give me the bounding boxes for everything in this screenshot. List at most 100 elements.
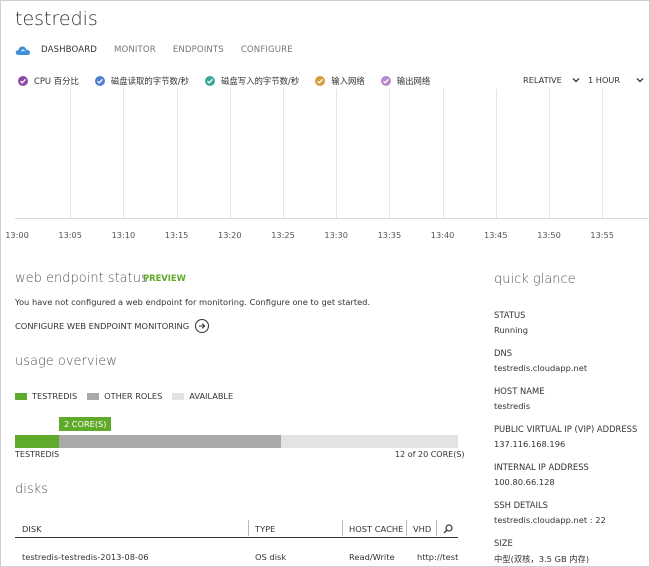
disks-heading: disks [15,482,48,497]
quick-glance-value: 137.116.168.196 [494,439,566,449]
x-tick-label: 13:20 [217,230,242,240]
quick-glance-value: 100.80.66.128 [494,477,555,487]
tab-dashboard[interactable]: DASHBOARD [41,45,97,55]
legend-label: TESTREDIS [32,391,78,401]
quick-glance-value: 中型(双核，3.5 GB 内存) [494,554,590,564]
quick-glance-label: HOST NAME [494,386,545,396]
cores-callout: 2 CORE(S) [59,417,112,431]
metric-label: 输出网络 [396,76,431,86]
vhd-link[interactable]: http://testr [417,552,459,562]
web-endpoint-heading: web endpoint status [15,271,148,286]
disks-table-header: DISK TYPE HOST CACHE VHD [15,518,458,538]
core-usage-bar [15,435,458,448]
chart-gridline [442,89,444,218]
metrics-chart [15,89,650,219]
disk-type-cell: OS disk [255,552,287,562]
column-header-host-cache[interactable]: HOST CACHE [349,524,403,534]
quick-glance-heading: quick glance [494,272,576,287]
check-icon [205,76,216,86]
legend-item-testredis: TESTREDIS [15,391,77,401]
legend-swatch [87,392,100,400]
legend-item-other-roles: OTHER ROLES [87,391,162,401]
column-divider [406,520,407,536]
legend-label: OTHER ROLES [104,391,163,401]
column-header-type[interactable]: TYPE [255,524,275,534]
tab-monitor[interactable]: MONITOR [114,45,156,55]
legend-swatch [172,392,185,400]
nav-tabs: DASHBOARD MONITOR ENDPOINTS CONFIGURE [15,43,310,57]
x-tick-label: 13:50 [537,230,561,240]
check-icon [94,76,105,86]
metric-toggles: CPU 百分比 磁盘读取的字节数/秒 磁盘写入的字节数/秒 输入网络 输出网络 [18,75,446,87]
chart-gridline [283,89,284,218]
legend-label: AVAILABLE [189,391,234,401]
metric-label: 磁盘读取的字节数/秒 [110,76,190,86]
configure-endpoint-label: CONFIGURE WEB ENDPOINT MONITORING [15,321,190,331]
column-divider [248,520,249,536]
quick-glance-value: Running [494,325,528,335]
quick-glance-label: DNS [494,348,513,358]
x-tick-label: 13:45 [483,230,508,240]
chart-gridline [549,89,550,218]
tab-configure[interactable]: CONFIGURE [241,45,293,55]
usage-bar-label: TESTREDIS [15,450,60,459]
chart-gridline [70,89,72,218]
quick-glance-status: STATUS Running [494,310,528,335]
metric-toggle-network-out[interactable]: 输出网络 [380,75,431,87]
metric-toggle-network-in[interactable]: 输入网络 [315,75,365,87]
usage-bar-testredis [15,435,60,448]
quick-glance-internal-ip: INTERNAL IP ADDRESS 100.80.66.128 [494,462,589,487]
x-tick-label: 13:00 [5,230,29,240]
usage-heading: usage overview [15,354,117,369]
usage-legend: TESTREDIS OTHER ROLES AVAILABLE [15,391,243,401]
quick-glance-dns: DNS testredis.cloudapp.net [494,348,587,373]
check-icon [380,76,391,86]
quick-glance-size: SIZE 中型(双核，3.5 GB 内存) [494,538,589,565]
arrow-right-icon [195,319,210,333]
disk-name-cell: testredis-testredis-2013-08-06 [22,552,149,562]
x-tick-label: 13:25 [271,230,295,240]
configure-endpoint-link[interactable]: CONFIGURE WEB ENDPOINT MONITORING [15,319,210,333]
x-tick-label: 13:55 [590,230,614,240]
metric-toggle-disk-write[interactable]: 磁盘写入的字节数/秒 [205,75,299,87]
column-header-vhd[interactable]: VHD [413,524,431,534]
x-tick-label: 13:30 [324,230,348,240]
metric-label: 磁盘写入的字节数/秒 [221,76,300,86]
quick-glance-ssh: SSH DETAILS testredis.cloudapp.net : 22 [494,500,606,525]
x-tick-label: 13:15 [164,230,189,240]
quick-glance-label: PUBLIC VIRTUAL IP (VIP) ADDRESS [494,424,638,434]
cloud-service-icon [15,45,30,55]
legend-item-available: AVAILABLE [172,391,233,401]
host-cache-cell: Read/Write [349,552,395,562]
tab-endpoints[interactable]: ENDPOINTS [173,45,224,55]
check-icon [315,76,326,86]
relative-dropdown[interactable]: RELATIVE [523,75,562,85]
metric-toggle-disk-read[interactable]: 磁盘读取的字节数/秒 [94,75,190,87]
chart-gridline [229,89,231,218]
metric-label: 输入网络 [331,76,365,86]
chart-gridline [495,89,497,218]
legend-swatch [15,392,27,400]
quick-glance-value[interactable]: testredis.cloudapp.net [494,363,587,373]
preview-badge: PREVIEW [143,273,186,283]
column-divider [342,520,343,536]
quick-glance-label: INTERNAL IP ADDRESS [494,462,589,472]
column-header-disk[interactable]: DISK [22,524,42,534]
chart-gridline [176,89,178,218]
search-icon[interactable] [443,524,453,534]
page-title: testredis [15,8,98,30]
metric-toggle-cpu[interactable]: CPU 百分比 [18,75,79,87]
time-range-dropdown[interactable]: 1 HOUR [588,75,620,85]
metric-label: CPU 百分比 [34,76,79,86]
quick-glance-value: testredis [494,401,531,411]
chevron-down-icon[interactable] [572,77,580,83]
quick-glance-public-vip: PUBLIC VIRTUAL IP (VIP) ADDRESS 137.116.… [494,424,637,449]
quick-glance-label: STATUS [494,310,526,320]
check-icon [18,76,28,86]
quick-glance-label: SSH DETAILS [494,500,548,510]
chart-gridline [602,89,604,218]
quick-glance-host-name: HOST NAME testredis [494,386,545,411]
x-tick-label: 13:40 [430,230,455,240]
chevron-down-icon[interactable] [636,77,644,83]
x-tick-label: 13:35 [377,230,402,240]
